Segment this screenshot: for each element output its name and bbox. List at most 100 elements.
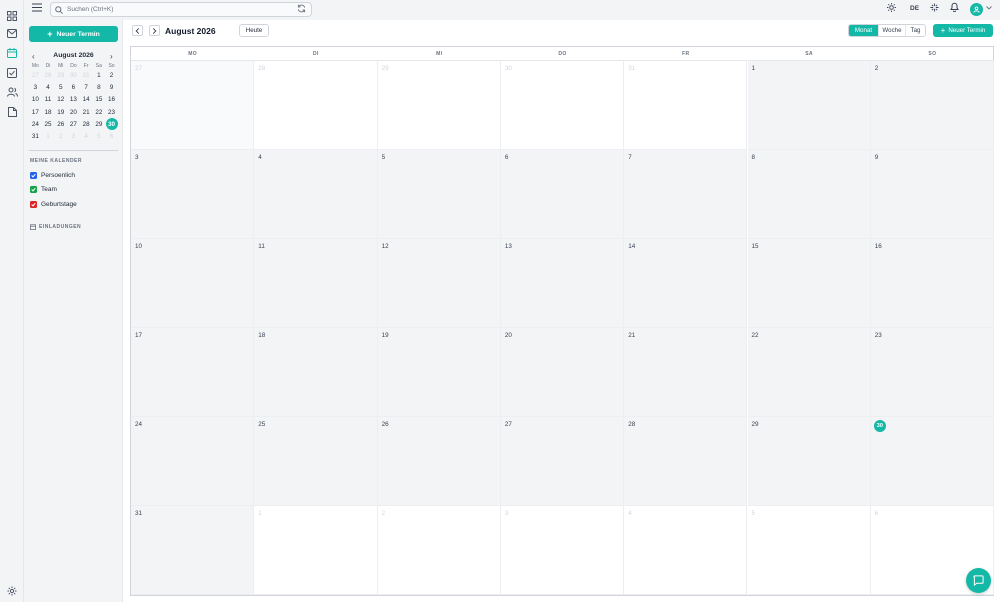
mini-calendar-day[interactable]: 3 xyxy=(29,84,42,91)
day-cell[interactable]: 30 xyxy=(870,417,995,506)
checkbox-check-icon[interactable] xyxy=(30,186,37,193)
day-cell[interactable]: 8 xyxy=(747,150,871,239)
calendar-icon[interactable] xyxy=(4,45,20,61)
day-cell[interactable]: 31 xyxy=(131,506,255,595)
mini-calendar-day[interactable]: 12 xyxy=(54,96,67,103)
day-cell[interactable]: 18 xyxy=(254,328,378,417)
day-cell[interactable]: 21 xyxy=(624,328,748,417)
invitations-heading[interactable]: EINLADUNGEN xyxy=(30,224,81,230)
mini-calendar-day[interactable]: 15 xyxy=(93,96,106,103)
day-cell[interactable]: 20 xyxy=(500,328,625,417)
day-cell[interactable]: 11 xyxy=(254,239,378,328)
day-cell[interactable]: 1 xyxy=(747,61,871,150)
day-cell[interactable]: 5 xyxy=(747,506,871,595)
mini-calendar-day[interactable]: 22 xyxy=(93,109,106,116)
mini-calendar-day[interactable]: 27 xyxy=(29,72,42,79)
mini-calendar-day[interactable]: 7 xyxy=(80,84,93,91)
mini-calendar-day[interactable]: 19 xyxy=(54,109,67,116)
chevron-down-icon[interactable] xyxy=(986,6,992,10)
day-cell[interactable]: 10 xyxy=(131,239,255,328)
mini-calendar-day[interactable]: 25 xyxy=(42,121,55,128)
day-cell[interactable]: 22 xyxy=(747,328,871,417)
today-button[interactable]: Heute xyxy=(239,24,269,37)
mini-calendar-day[interactable]: 2 xyxy=(54,133,67,140)
chevron-right-icon[interactable]: › xyxy=(110,52,113,61)
calendar-toggle[interactable]: Geburtstage xyxy=(30,199,77,209)
mini-calendar-day[interactable]: 24 xyxy=(29,121,42,128)
contacts-icon[interactable] xyxy=(4,84,20,100)
day-cell[interactable]: 29 xyxy=(377,61,501,150)
mini-calendar-day[interactable]: 5 xyxy=(54,84,67,91)
view-tab[interactable]: Tag xyxy=(905,25,925,36)
mini-calendar-day[interactable]: 20 xyxy=(67,109,80,116)
calendar-toggle[interactable]: Team xyxy=(30,185,57,195)
day-cell[interactable]: 28 xyxy=(624,417,748,506)
day-cell[interactable]: 24 xyxy=(131,417,255,506)
mini-calendar-day[interactable]: 4 xyxy=(80,133,93,140)
day-cell[interactable]: 27 xyxy=(500,417,625,506)
mini-calendar-day[interactable]: 4 xyxy=(42,84,55,91)
mini-calendar-day[interactable]: 16 xyxy=(105,96,118,103)
apps-sparkle-icon[interactable] xyxy=(930,3,939,12)
new-event-button[interactable]: + Neuer Termin xyxy=(29,26,118,42)
settings-gear-icon[interactable] xyxy=(4,583,20,599)
day-cell[interactable]: 31 xyxy=(624,61,748,150)
view-tab[interactable]: Woche xyxy=(878,25,905,36)
day-cell[interactable]: 3 xyxy=(500,506,625,595)
day-cell[interactable]: 9 xyxy=(870,150,995,239)
day-cell[interactable]: 30 xyxy=(500,61,625,150)
mini-calendar-day[interactable]: 9 xyxy=(105,84,118,91)
mini-calendar-day[interactable]: 31 xyxy=(29,133,42,140)
day-cell[interactable]: 15 xyxy=(747,239,871,328)
mini-calendar-day[interactable]: 29 xyxy=(54,72,67,79)
day-cell[interactable]: 17 xyxy=(131,328,255,417)
mini-calendar-day[interactable]: 13 xyxy=(67,96,80,103)
day-cell[interactable]: 5 xyxy=(377,150,501,239)
day-cell[interactable]: 19 xyxy=(377,328,501,417)
day-cell[interactable]: 14 xyxy=(624,239,748,328)
mini-calendar-day[interactable]: 10 xyxy=(29,96,42,103)
day-cell[interactable]: 29 xyxy=(747,417,871,506)
day-cell[interactable]: 28 xyxy=(254,61,378,150)
mini-calendar-day[interactable]: 26 xyxy=(54,121,67,128)
day-cell[interactable]: 4 xyxy=(254,150,378,239)
mini-calendar-day[interactable]: 14 xyxy=(80,96,93,103)
day-cell[interactable]: 12 xyxy=(377,239,501,328)
mini-calendar-day[interactable]: 31 xyxy=(80,72,93,79)
mini-calendar-day[interactable]: 11 xyxy=(42,96,55,103)
day-cell[interactable]: 4 xyxy=(624,506,748,595)
day-cell[interactable]: 16 xyxy=(870,239,995,328)
mini-calendar-day[interactable]: 6 xyxy=(67,84,80,91)
day-cell[interactable]: 2 xyxy=(870,61,995,150)
files-icon[interactable] xyxy=(4,104,20,120)
search-input[interactable]: Suchen (Ctrl+K) xyxy=(50,2,312,17)
checkbox-check-icon[interactable] xyxy=(30,171,37,179)
language-switcher[interactable]: DE xyxy=(910,5,919,12)
mini-calendar-day[interactable]: 27 xyxy=(67,121,80,128)
chat-button[interactable] xyxy=(966,568,991,593)
calendar-toggle[interactable]: Persoenlich xyxy=(30,170,75,180)
menu-icon[interactable] xyxy=(32,3,44,15)
day-cell[interactable]: 23 xyxy=(870,328,995,417)
day-cell[interactable]: 1 xyxy=(254,506,378,595)
mini-calendar-day[interactable]: 21 xyxy=(80,109,93,116)
mini-calendar-day[interactable]: 29 xyxy=(93,121,106,128)
day-cell[interactable]: 26 xyxy=(377,417,501,506)
day-cell[interactable]: 25 xyxy=(254,417,378,506)
mini-calendar-day[interactable]: 6 xyxy=(105,133,118,140)
mini-calendar-day[interactable]: 23 xyxy=(105,109,118,116)
mini-calendar-day[interactable]: 28 xyxy=(80,121,93,128)
day-cell[interactable]: 2 xyxy=(377,506,501,595)
mini-calendar-day[interactable]: 1 xyxy=(93,72,106,79)
theme-sun-icon[interactable] xyxy=(887,3,896,12)
view-tab[interactable]: Monat xyxy=(849,25,878,36)
mini-calendar-day[interactable]: 3 xyxy=(67,133,80,140)
day-cell[interactable]: 27 xyxy=(131,61,255,150)
mail-icon[interactable] xyxy=(4,25,20,41)
mini-calendar-day[interactable]: 17 xyxy=(29,109,42,116)
user-avatar[interactable] xyxy=(970,3,983,16)
refresh-icon[interactable] xyxy=(297,4,307,14)
mini-calendar-day[interactable]: 5 xyxy=(93,133,106,140)
mini-calendar-day[interactable]: 30 xyxy=(67,72,80,79)
notification-bell-icon[interactable] xyxy=(950,2,959,12)
